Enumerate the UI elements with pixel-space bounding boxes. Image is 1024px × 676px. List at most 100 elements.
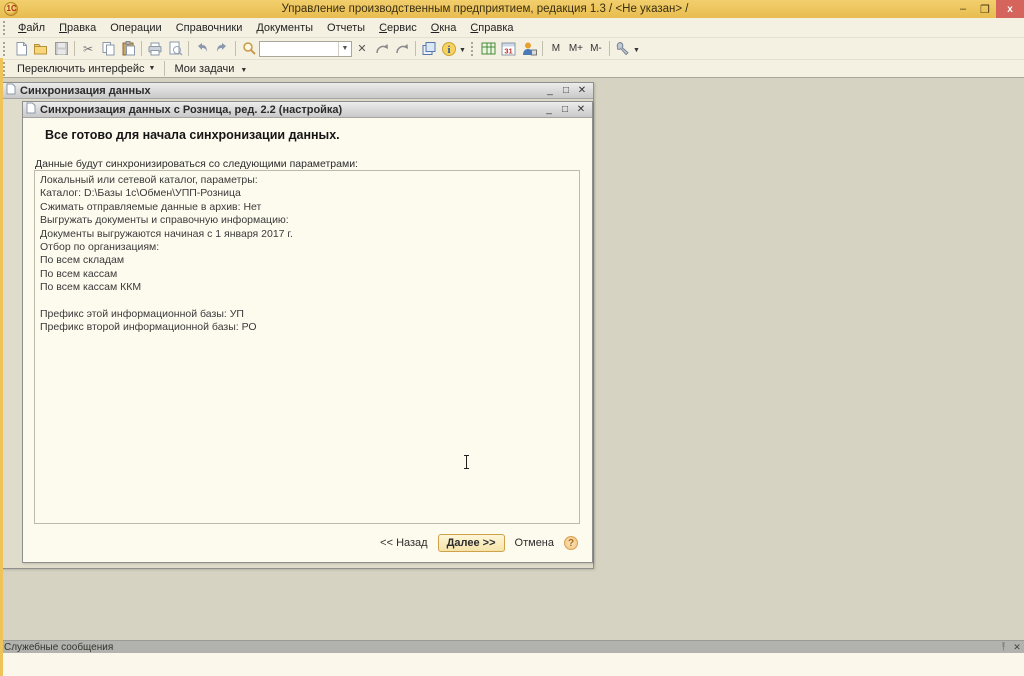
left-edge-accent [0, 58, 3, 676]
sync-parameters-box[interactable]: Локальный или сетевой каталог, параметры… [34, 170, 580, 524]
my-tasks-label: Мои задачи [174, 63, 234, 75]
paste-icon[interactable] [118, 40, 138, 58]
minimize-button[interactable]: – [952, 1, 974, 17]
app-logo-icon [4, 2, 18, 16]
pin-icon[interactable] [996, 641, 1010, 653]
chevron-down-icon[interactable]: ▼ [240, 67, 247, 74]
param-line: Документы выгружаются начиная с 1 января… [40, 228, 574, 241]
dialog-minimize-button[interactable]: _ [541, 104, 557, 115]
switch-interface-label: Переключить интерфейс [17, 63, 145, 75]
restore-button[interactable]: ❐ [974, 1, 996, 17]
switch-interface-button[interactable]: Переключить интерфейс ▼ [11, 62, 161, 76]
param-line: Сжимать отправляемые данные в архив: Нет [40, 201, 574, 214]
app-title: Управление производственным предприятием… [18, 3, 952, 15]
toolbar-separator [542, 41, 543, 56]
window-maximize-button[interactable]: □ [558, 85, 574, 96]
close-button[interactable]: x [996, 0, 1024, 18]
calc-memory-minus-button[interactable]: M- [586, 40, 606, 58]
menu-documents[interactable]: Документы [249, 20, 320, 36]
sync-data-window-title: Синхронизация данных [20, 85, 542, 97]
chevron-down-icon[interactable]: ▼ [338, 42, 351, 56]
scoreboard-icon[interactable] [479, 40, 499, 58]
sync-settings-dialog: Синхронизация данных с Розница, ред. 2.2… [22, 101, 593, 563]
param-line: Локальный или сетевой каталог, параметры… [40, 174, 574, 187]
text-cursor [462, 454, 471, 473]
print-icon[interactable] [145, 40, 165, 58]
cut-icon[interactable]: ✂ [78, 40, 98, 58]
back-button[interactable]: << Назад [378, 535, 429, 551]
dialog-button-row: << Назад Далее >> Отмена ? [378, 534, 578, 552]
svg-text:31: 31 [505, 47, 513, 56]
new-document-icon[interactable] [11, 40, 31, 58]
service-messages-titlebar[interactable]: Служебные сообщения ✕ [0, 640, 1024, 653]
application-window: Управление производственным предприятием… [0, 0, 1024, 676]
info-icon[interactable]: i [439, 40, 459, 58]
go-back-icon[interactable] [372, 40, 392, 58]
param-line: Префикс второй информационной базы: РО [40, 321, 574, 334]
toolbar-separator [141, 41, 142, 56]
calc-memory-button[interactable]: M [546, 40, 566, 58]
toolbar-grip[interactable] [3, 42, 8, 56]
sync-settings-dialog-titlebar[interactable]: Синхронизация данных с Розница, ред. 2.2… [23, 102, 592, 118]
open-icon[interactable] [31, 40, 51, 58]
app-titlebar: Управление производственным предприятием… [0, 0, 1024, 18]
cancel-button[interactable]: Отмена [513, 535, 556, 551]
param-line: Префикс этой информационной базы: УП [40, 308, 574, 321]
menubar: Файл Правка Операции Справочники Докумен… [0, 18, 1024, 38]
menu-help[interactable]: Справка [463, 20, 520, 36]
dialog-close-button[interactable]: ✕ [573, 104, 589, 115]
go-forward-icon[interactable] [392, 40, 412, 58]
service-messages-content[interactable] [0, 653, 1024, 676]
mdi-workspace: Синхронизация данных _ □ ✕ Синхронизация… [0, 78, 1024, 640]
my-tasks-button[interactable]: Мои задачи [168, 62, 240, 76]
document-icon [26, 102, 36, 117]
menu-edit[interactable]: Правка [52, 20, 103, 36]
toolbar-separator [415, 41, 416, 56]
copy-icon[interactable] [98, 40, 118, 58]
toolbar-grip[interactable] [471, 42, 476, 56]
active-users-icon[interactable] [519, 40, 539, 58]
chevron-down-icon[interactable]: ▼ [459, 47, 466, 54]
window-close-button[interactable]: ✕ [574, 85, 590, 96]
toolbar-separator [235, 41, 236, 56]
toolbar-separator [609, 41, 610, 56]
undo-icon[interactable] [192, 40, 212, 58]
calc-memory-plus-button[interactable]: M+ [566, 40, 586, 58]
redo-icon[interactable] [212, 40, 232, 58]
sync-settings-dialog-title: Синхронизация данных с Розница, ред. 2.2… [40, 104, 541, 116]
param-line: Выгружать документы и справочную информа… [40, 214, 574, 227]
quick-search-combo: ▼ [259, 41, 352, 57]
calendar-icon[interactable]: 31 [499, 40, 519, 58]
clear-search-icon[interactable]: ✕ [352, 40, 372, 58]
next-button[interactable]: Далее >> [438, 534, 505, 552]
toolbar-grip[interactable] [3, 62, 8, 76]
dialog-heading: Все готово для начала синхронизации данн… [45, 128, 340, 142]
quick-search-input[interactable] [260, 42, 338, 56]
window-minimize-button[interactable]: _ [542, 85, 558, 96]
windows-icon[interactable] [419, 40, 439, 58]
help-icon[interactable]: ? [564, 536, 578, 550]
menu-file[interactable]: Файл [11, 20, 52, 36]
chevron-down-icon[interactable]: ▼ [633, 47, 640, 54]
save-icon[interactable] [51, 40, 71, 58]
param-line: Каталог: D:\Базы 1с\Обмен\УПП-Розница [40, 187, 574, 200]
dialog-maximize-button[interactable]: □ [557, 104, 573, 115]
param-line: По всем кассам [40, 268, 574, 281]
menu-windows[interactable]: Окна [424, 20, 464, 36]
print-preview-icon[interactable] [165, 40, 185, 58]
toolbar-separator [188, 41, 189, 56]
service-settings-icon[interactable] [613, 40, 633, 58]
param-line: По всем кассам ККМ [40, 281, 574, 294]
svg-text:i: i [447, 44, 450, 56]
sync-data-window-titlebar[interactable]: Синхронизация данных _ □ ✕ [3, 83, 593, 99]
document-icon [6, 83, 16, 98]
toolbar-separator [74, 41, 75, 56]
menu-catalogs[interactable]: Справочники [169, 20, 250, 36]
service-messages-title: Служебные сообщения [0, 642, 996, 653]
menu-reports[interactable]: Отчеты [320, 20, 372, 36]
toolbar-grip[interactable] [3, 21, 8, 35]
find-icon[interactable] [239, 40, 259, 58]
menu-operations[interactable]: Операции [103, 20, 168, 36]
menu-service[interactable]: Сервис [372, 20, 424, 36]
close-panel-icon[interactable]: ✕ [1010, 642, 1024, 653]
